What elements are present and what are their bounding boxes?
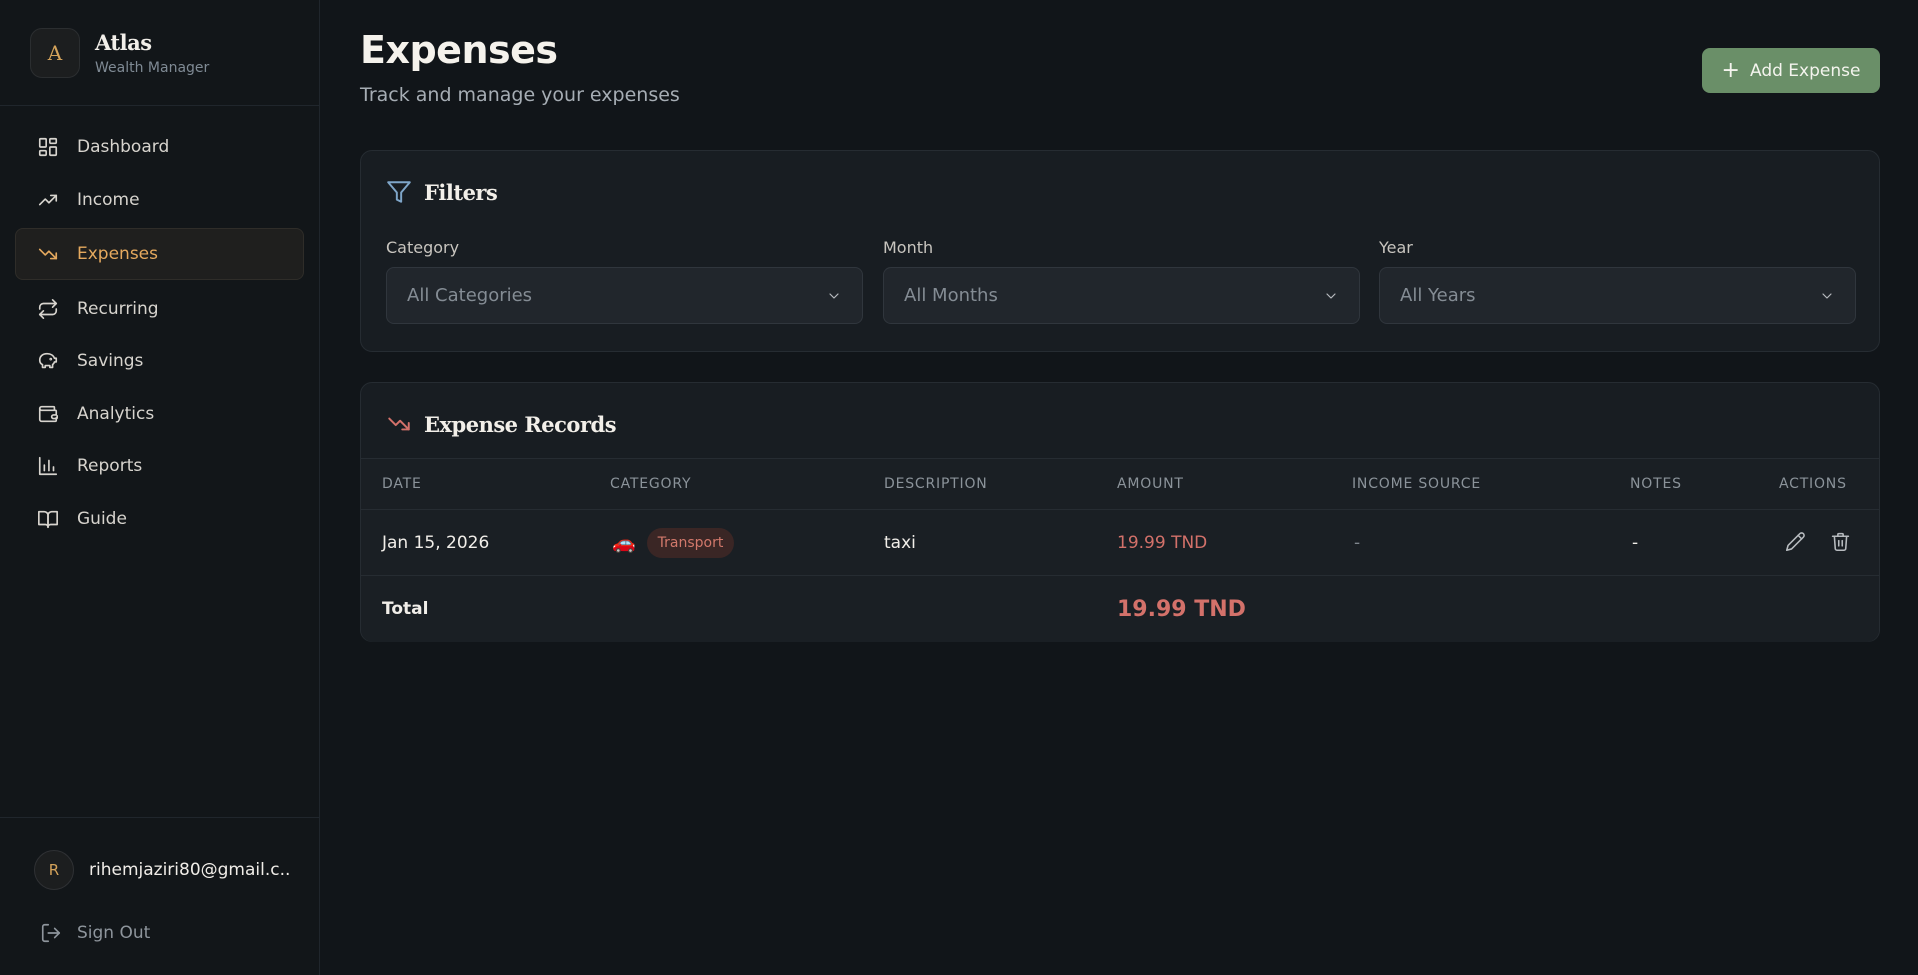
category-select[interactable]: All Categories bbox=[386, 267, 863, 324]
expense-records-title: Expense Records bbox=[424, 411, 617, 437]
sidebar-item-label: Dashboard bbox=[77, 137, 170, 157]
avatar: R bbox=[34, 850, 74, 890]
brand-subtitle: Wealth Manager bbox=[95, 59, 210, 76]
wallet-icon bbox=[36, 402, 60, 426]
sidebar-item-label: Recurring bbox=[77, 298, 159, 319]
add-expense-label: Add Expense bbox=[1749, 60, 1861, 81]
trending-down-icon bbox=[36, 242, 60, 266]
column-header-amount[interactable]: AMOUNT bbox=[1117, 476, 1184, 492]
pencil-icon bbox=[1785, 532, 1805, 552]
column-header-actions: ACTIONS bbox=[1779, 476, 1847, 492]
chevron-down-icon bbox=[1822, 292, 1832, 299]
month-select[interactable]: All Months bbox=[883, 267, 1360, 324]
table-total-row: Total 19.99 TND bbox=[361, 576, 1879, 642]
sidebar-item-label: Analytics bbox=[77, 403, 155, 424]
sidebar-item-label: Income bbox=[77, 189, 140, 210]
car-icon: 🚗 bbox=[612, 532, 636, 554]
expense-notes: - bbox=[1632, 532, 1639, 553]
book-icon bbox=[36, 507, 60, 531]
category-select-value: All Categories bbox=[407, 285, 533, 306]
page-title: Expenses bbox=[360, 28, 558, 72]
sidebar-nav: Dashboard Income Expenses Recurring Savi… bbox=[15, 123, 304, 547]
sidebar-item-label: Savings bbox=[77, 351, 144, 371]
plus-icon: + bbox=[1721, 57, 1740, 83]
expense-income-source: - bbox=[1354, 532, 1361, 553]
sidebar-item-label: Reports bbox=[77, 456, 143, 476]
repeat-icon bbox=[36, 297, 60, 321]
month-select-value: All Months bbox=[904, 285, 998, 306]
brand-logo: A bbox=[30, 27, 80, 78]
column-header-date[interactable]: DATE bbox=[382, 476, 422, 492]
sidebar-item-label: Guide bbox=[77, 508, 127, 529]
sidebar-item-dashboard[interactable]: Dashboard bbox=[15, 123, 304, 171]
filters-card: Filters Category All Categories Month Al… bbox=[360, 150, 1880, 352]
total-amount: 19.99 TND bbox=[1117, 596, 1246, 622]
sidebar-item-expenses[interactable]: Expenses bbox=[15, 228, 304, 280]
sidebar-item-savings[interactable]: Savings bbox=[15, 337, 304, 385]
column-header-income-source[interactable]: INCOME SOURCE bbox=[1352, 476, 1481, 492]
table-row: Jan 15, 2026 🚗 Transport taxi 19.99 TND … bbox=[361, 510, 1879, 576]
sidebar-item-reports[interactable]: Reports bbox=[15, 442, 304, 490]
sign-out-button[interactable]: Sign Out bbox=[40, 922, 150, 944]
expense-amount: 19.99 TND bbox=[1117, 532, 1208, 553]
year-filter-label: Year bbox=[1379, 238, 1413, 257]
year-select[interactable]: All Years bbox=[1379, 267, 1856, 324]
year-select-value: All Years bbox=[1400, 285, 1476, 306]
month-filter: Month All Months bbox=[883, 238, 1360, 324]
year-filter: Year All Years bbox=[1379, 238, 1856, 324]
category-filter-label: Category bbox=[386, 238, 460, 257]
column-header-description[interactable]: DESCRIPTION bbox=[884, 476, 988, 492]
category-filter: Category All Categories bbox=[386, 238, 863, 324]
sidebar-item-label: Expenses bbox=[77, 244, 158, 264]
sidebar-item-guide[interactable]: Guide bbox=[15, 495, 304, 543]
filters-title: Filters bbox=[424, 179, 498, 205]
column-header-notes[interactable]: NOTES bbox=[1630, 476, 1682, 492]
brand-name: Atlas bbox=[95, 29, 152, 55]
piggy-bank-icon bbox=[36, 349, 60, 373]
dashboard-grid-icon bbox=[36, 135, 60, 159]
page-subtitle: Track and manage your expenses bbox=[360, 84, 680, 106]
bar-chart-icon bbox=[36, 454, 60, 478]
delete-button[interactable] bbox=[1830, 531, 1851, 557]
user-profile[interactable]: R rihemjaziri80@gmail.c... bbox=[34, 850, 289, 890]
sidebar-item-analytics[interactable]: Analytics bbox=[15, 390, 304, 438]
sidebar-item-recurring[interactable]: Recurring bbox=[15, 285, 304, 333]
sidebar-item-income[interactable]: Income bbox=[15, 176, 304, 224]
log-out-icon bbox=[41, 923, 61, 943]
category-badge: Transport bbox=[646, 527, 735, 558]
filter-icon bbox=[387, 181, 411, 203]
expense-description: taxi bbox=[884, 532, 916, 553]
trending-down-icon bbox=[388, 417, 410, 431]
expense-records-card: Expense Records DATE CATEGORY DESCRIPTIO… bbox=[360, 382, 1880, 642]
sign-out-label: Sign Out bbox=[77, 923, 151, 943]
user-email: rihemjaziri80@gmail.c... bbox=[89, 860, 289, 880]
expense-date: Jan 15, 2026 bbox=[382, 532, 490, 553]
add-expense-button[interactable]: + Add Expense bbox=[1702, 48, 1880, 93]
month-filter-label: Month bbox=[883, 238, 934, 257]
sidebar-footer: R rihemjaziri80@gmail.c... Sign Out bbox=[0, 817, 320, 975]
table-header-row: DATE CATEGORY DESCRIPTION AMOUNT INCOME … bbox=[361, 459, 1879, 510]
expense-category: 🚗 Transport bbox=[612, 527, 735, 558]
trending-up-icon bbox=[36, 188, 60, 212]
chevron-down-icon bbox=[1326, 292, 1336, 299]
total-label: Total bbox=[382, 599, 429, 619]
brand: A Atlas Wealth Manager bbox=[0, 0, 319, 106]
trash-icon bbox=[1831, 532, 1850, 552]
edit-button[interactable] bbox=[1785, 531, 1806, 557]
expense-table: DATE CATEGORY DESCRIPTION AMOUNT INCOME … bbox=[361, 458, 1879, 642]
column-header-category[interactable]: CATEGORY bbox=[610, 476, 691, 492]
chevron-down-icon bbox=[829, 292, 839, 299]
sidebar: A Atlas Wealth Manager Dashboard Income … bbox=[0, 0, 320, 975]
